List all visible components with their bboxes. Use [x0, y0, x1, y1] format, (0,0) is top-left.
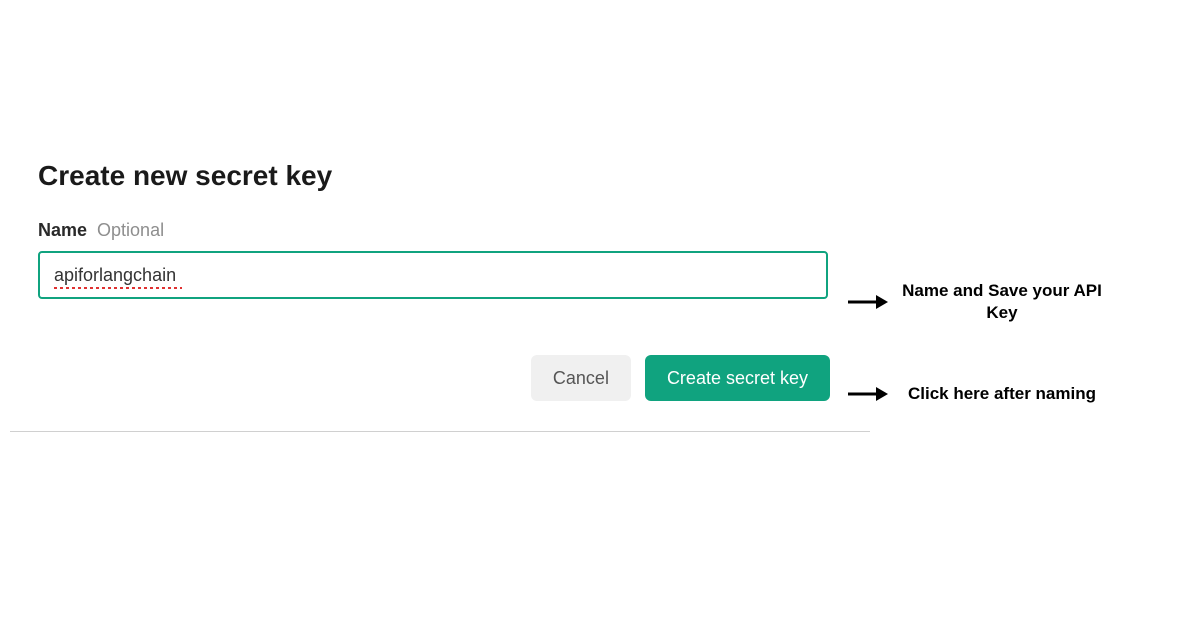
name-input-wrap [38, 251, 828, 299]
name-input[interactable] [38, 251, 828, 299]
cancel-button[interactable]: Cancel [531, 355, 631, 401]
spellcheck-underline [54, 287, 182, 289]
name-field-label-row: Name Optional [38, 220, 842, 241]
name-label: Name [38, 220, 87, 241]
dialog-title: Create new secret key [38, 160, 842, 192]
name-hint: Optional [97, 220, 164, 241]
arrow-right-icon [846, 292, 888, 312]
annotation-button-text: Click here after naming [902, 383, 1102, 405]
create-secret-key-button[interactable]: Create secret key [645, 355, 830, 401]
dialog-button-row: Cancel Create secret key [38, 355, 842, 401]
annotation-button: Click here after naming [846, 383, 1102, 405]
annotation-input: Name and Save your API Key [846, 280, 1102, 324]
arrow-right-icon [846, 384, 888, 404]
annotation-input-text: Name and Save your API Key [902, 280, 1102, 324]
create-secret-key-dialog: Create new secret key Name Optional Canc… [10, 130, 870, 432]
